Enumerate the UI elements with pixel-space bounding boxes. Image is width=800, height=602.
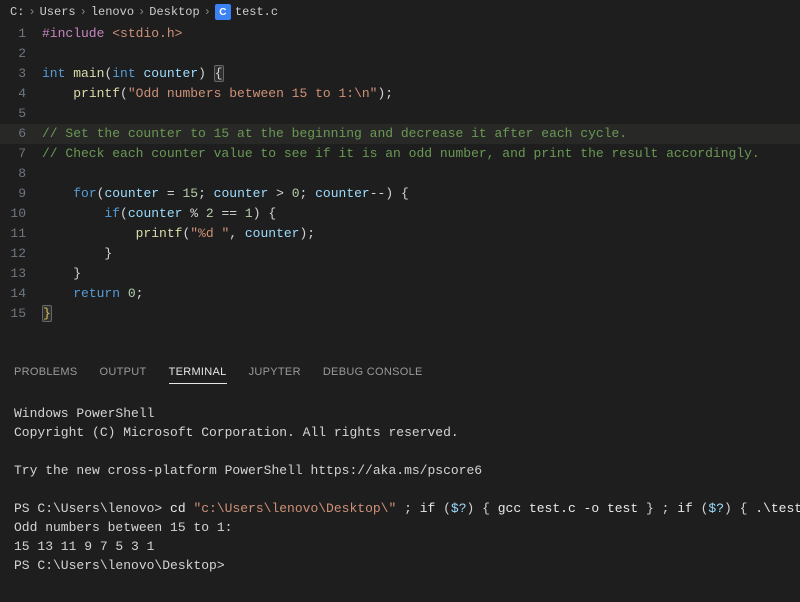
breadcrumb-part[interactable]: Users: [40, 5, 76, 19]
line-number: 9: [0, 184, 38, 204]
code-line[interactable]: 12 }: [0, 244, 800, 264]
line-number: 2: [0, 44, 38, 64]
breadcrumb-sep-icon: ›: [138, 5, 145, 19]
breadcrumb-part[interactable]: Desktop: [149, 5, 199, 19]
line-number: 7: [0, 144, 38, 164]
panel-tabs: PROBLEMS OUTPUT TERMINAL JUPYTER DEBUG CONSO…: [14, 354, 786, 390]
code-content[interactable]: int main(int counter) {: [38, 64, 800, 84]
code-line[interactable]: 4 printf("Odd numbers between 15 to 1:\n…: [0, 84, 800, 104]
code-content[interactable]: }: [38, 264, 800, 284]
line-number: 3: [0, 64, 38, 84]
code-content[interactable]: // Check each counter value to see if it…: [38, 144, 800, 164]
code-content[interactable]: [38, 44, 800, 64]
code-content[interactable]: }: [38, 304, 800, 324]
c-file-icon: C: [215, 4, 231, 20]
line-number: 6: [0, 124, 38, 144]
tab-debug-console[interactable]: DEBUG CONSOLE: [323, 366, 423, 384]
tab-output[interactable]: OUTPUT: [100, 366, 147, 384]
line-number: 8: [0, 164, 38, 184]
code-line[interactable]: 13 }: [0, 264, 800, 284]
terminal-line: Odd numbers between 15 to 1:: [14, 518, 786, 537]
terminal-line: PS C:\Users\lenovo\Desktop>: [14, 556, 786, 575]
code-line[interactable]: 8: [0, 164, 800, 184]
code-content[interactable]: printf("Odd numbers between 15 to 1:\n")…: [38, 84, 800, 104]
terminal-line: 15 13 11 9 7 5 3 1: [14, 537, 786, 556]
line-number: 5: [0, 104, 38, 124]
code-line[interactable]: 1#include <stdio.h>: [0, 24, 800, 44]
code-line[interactable]: 2: [0, 44, 800, 64]
line-number: 10: [0, 204, 38, 224]
code-content[interactable]: }: [38, 244, 800, 264]
tab-jupyter[interactable]: JUPYTER: [249, 366, 301, 384]
code-line[interactable]: 11 printf("%d ", counter);: [0, 224, 800, 244]
code-content[interactable]: if(counter % 2 == 1) {: [38, 204, 800, 224]
code-content[interactable]: return 0;: [38, 284, 800, 304]
terminal-output[interactable]: Windows PowerShellCopyright (C) Microsof…: [14, 404, 786, 575]
line-number: 1: [0, 24, 38, 44]
code-line[interactable]: 6// Set the counter to 15 at the beginni…: [0, 124, 800, 144]
code-content[interactable]: // Set the counter to 15 at the beginnin…: [38, 124, 800, 144]
code-line[interactable]: 10 if(counter % 2 == 1) {: [0, 204, 800, 224]
code-line[interactable]: 14 return 0;: [0, 284, 800, 304]
tab-terminal[interactable]: TERMINAL: [169, 366, 227, 384]
code-line[interactable]: 7// Check each counter value to see if i…: [0, 144, 800, 164]
code-line[interactable]: 9 for(counter = 15; counter > 0; counter…: [0, 184, 800, 204]
code-content[interactable]: printf("%d ", counter);: [38, 224, 800, 244]
terminal-line: Try the new cross-platform PowerShell ht…: [14, 461, 786, 480]
code-content[interactable]: for(counter = 15; counter > 0; counter--…: [38, 184, 800, 204]
terminal-line: Copyright (C) Microsoft Corporation. All…: [14, 423, 786, 442]
breadcrumb-part[interactable]: lenovo: [91, 5, 134, 19]
bottom-panel: PROBLEMS OUTPUT TERMINAL JUPYTER DEBUG CONSO…: [0, 354, 800, 575]
breadcrumb-sep-icon: ›: [28, 5, 35, 19]
breadcrumb-file[interactable]: test.c: [235, 5, 278, 19]
code-content[interactable]: [38, 104, 800, 124]
terminal-line: [14, 442, 786, 461]
line-number: 4: [0, 84, 38, 104]
breadcrumb-part[interactable]: C:: [10, 5, 24, 19]
code-line[interactable]: 15}: [0, 304, 800, 324]
breadcrumb-sep-icon: ›: [204, 5, 211, 19]
code-content[interactable]: #include <stdio.h>: [38, 24, 800, 44]
terminal-line: PS C:\Users\lenovo> cd "c:\Users\lenovo\…: [14, 499, 786, 518]
breadcrumb-sep-icon: ›: [80, 5, 87, 19]
breadcrumb: C: › Users › lenovo › Desktop › C test.c: [0, 0, 800, 24]
line-number: 14: [0, 284, 38, 304]
terminal-line: [14, 480, 786, 499]
code-line[interactable]: 5: [0, 104, 800, 124]
terminal-line: Windows PowerShell: [14, 404, 786, 423]
code-line[interactable]: 3int main(int counter) {: [0, 64, 800, 84]
line-number: 12: [0, 244, 38, 264]
line-number: 11: [0, 224, 38, 244]
line-number: 15: [0, 304, 38, 324]
code-editor[interactable]: 1#include <stdio.h>2 3int main(int count…: [0, 24, 800, 324]
line-number: 13: [0, 264, 38, 284]
code-content[interactable]: [38, 164, 800, 184]
tab-problems[interactable]: PROBLEMS: [14, 366, 78, 384]
